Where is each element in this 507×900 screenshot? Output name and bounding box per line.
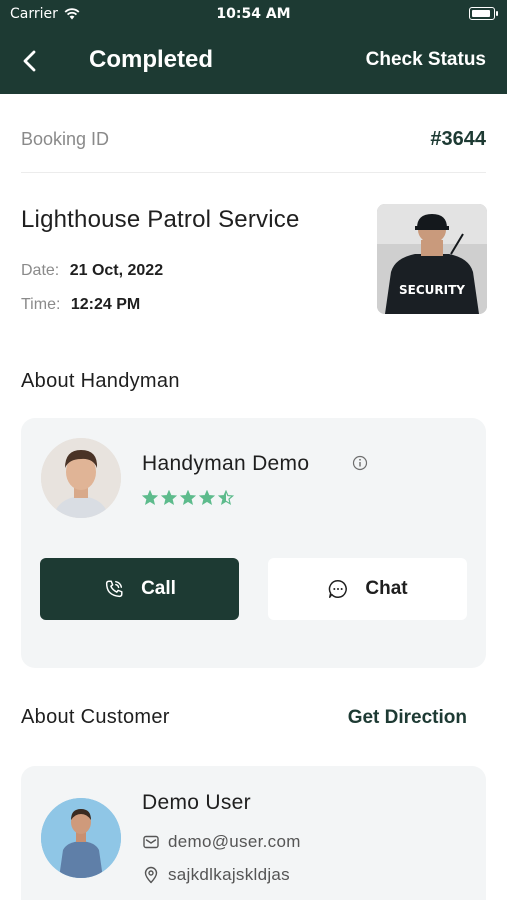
app-bar: Completed Check Status <box>0 28 507 94</box>
customer-name: Demo User <box>142 791 251 814</box>
check-status-button[interactable]: Check Status <box>366 49 486 71</box>
date-label: Date: <box>21 262 60 279</box>
security-text: SECURITY <box>399 283 465 297</box>
customer-address[interactable]: sajkdlkajskldjas <box>142 865 290 885</box>
star-full-icon <box>142 490 158 506</box>
handyman-name: Handyman Demo <box>142 452 310 475</box>
chat-button[interactable]: Chat <box>268 558 467 620</box>
booking-time: Time: 12:24 PM <box>21 296 140 314</box>
customer-address-text: sajkdlkajskldjas <box>168 865 290 884</box>
section-title-handyman: About Handyman <box>21 370 180 392</box>
booking-date: Date: 21 Oct, 2022 <box>21 262 163 280</box>
booking-id-row: Booking ID #3644 <box>21 126 486 154</box>
customer-avatar-illustration <box>41 798 121 878</box>
handyman-avatar[interactable] <box>41 438 121 518</box>
location-pin-icon <box>144 866 158 884</box>
star-half-icon <box>218 490 234 506</box>
call-button-label: Call <box>141 578 176 599</box>
info-icon[interactable] <box>352 455 368 471</box>
service-image[interactable]: SECURITY <box>377 204 487 314</box>
customer-avatar[interactable] <box>41 798 121 878</box>
customer-card: Demo User demo@user.com sajkdlkajskldjas <box>21 766 486 900</box>
chat-bubble-icon <box>329 580 348 598</box>
clock: 10:54 AM <box>216 6 291 22</box>
divider <box>21 172 486 173</box>
back-arrow-icon[interactable] <box>18 48 44 74</box>
service-name: Lighthouse Patrol Service <box>21 206 300 233</box>
handyman-rating <box>142 490 234 506</box>
mail-icon <box>143 835 159 849</box>
security-guard-illustration: SECURITY <box>377 204 487 314</box>
star-full-icon <box>180 490 196 506</box>
chat-button-label: Chat <box>365 578 408 599</box>
phone-icon <box>105 580 123 598</box>
call-button[interactable]: Call <box>40 558 239 620</box>
booking-id-label: Booking ID <box>21 129 110 149</box>
battery-icon <box>469 7 498 20</box>
star-full-icon <box>161 490 177 506</box>
booking-id-value: #3644 <box>430 128 486 150</box>
star-full-icon <box>199 490 215 506</box>
section-title-customer: About Customer <box>21 706 170 728</box>
customer-email[interactable]: demo@user.com <box>142 832 301 852</box>
handyman-card: Handyman Demo Call Chat <box>21 418 486 668</box>
get-direction-button[interactable]: Get Direction <box>348 707 467 729</box>
time-value: 12:24 PM <box>70 296 141 313</box>
page-title: Completed <box>89 46 214 73</box>
customer-email-text: demo@user.com <box>168 832 301 851</box>
status-bar: Carrier 10:54 AM <box>0 0 507 28</box>
time-label: Time: <box>21 296 61 313</box>
handyman-avatar-illustration <box>41 438 121 518</box>
date-value: 21 Oct, 2022 <box>69 262 164 279</box>
